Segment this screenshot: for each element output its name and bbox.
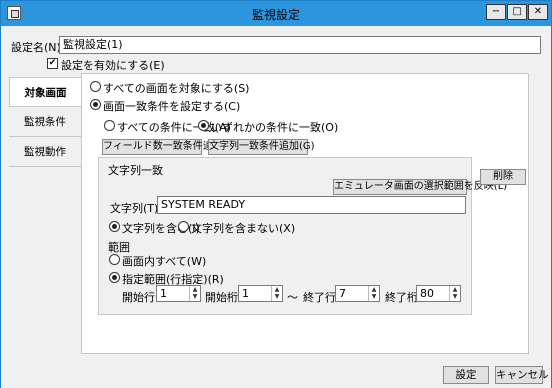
settings-tabs: 対象画面 監視条件 監視動作 — [9, 77, 81, 354]
match-condition-label: 画面一致条件を設定する(C) — [103, 100, 241, 113]
tab-monitor-condition[interactable]: 監視条件 — [9, 107, 81, 137]
maximize-button[interactable]: □ — [507, 4, 527, 20]
range-tilde: ～ — [287, 291, 298, 304]
all-screens-label: すべての画面を対象にする(S) — [103, 82, 250, 95]
setting-name-input[interactable]: 監視設定(1) — [59, 36, 541, 54]
minimize-button[interactable]: − — [486, 4, 506, 20]
end-col-value: 80 — [420, 287, 434, 300]
all-match-radio[interactable] — [104, 120, 115, 131]
add-field-condition-button[interactable]: フィールド数一致条件追加(F) — [102, 139, 236, 155]
window-title: 監視設定 — [251, 8, 300, 22]
spinner-arrows-icon[interactable]: ▲ ▼ — [368, 286, 379, 301]
delete-button[interactable]: 削除 — [480, 169, 526, 185]
end-row-spinner[interactable]: 7 ▲ ▼ — [335, 285, 380, 302]
enable-label: 設定を有効にする(E) — [61, 59, 165, 72]
start-row-spinner[interactable]: 1 ▲ ▼ — [156, 285, 201, 302]
add-string-condition-button[interactable]: 文字列一致条件追加(G) — [208, 139, 315, 155]
string-input[interactable]: SYSTEM READY — [157, 196, 466, 214]
title-bar[interactable]: 監視設定 − □ ✕ — [1, 1, 551, 26]
tab-target-screen[interactable]: 対象画面 — [9, 77, 81, 107]
not-contains-radio[interactable] — [178, 221, 189, 232]
all-screens-radio[interactable] — [90, 81, 101, 92]
any-match-radio[interactable] — [198, 120, 209, 131]
spinner-arrows-icon[interactable]: ▲ ▼ — [271, 286, 282, 301]
whole-screen-label: 画面内すべて(W) — [122, 255, 207, 268]
spinner-arrows-icon[interactable]: ▲ ▼ — [449, 286, 460, 301]
ok-button[interactable]: 設定 — [443, 366, 489, 384]
cancel-button[interactable]: キャンセル — [495, 366, 549, 384]
spinner-arrows-icon[interactable]: ▲ ▼ — [189, 286, 200, 301]
start-row-value: 1 — [160, 287, 167, 300]
string-match-title: 文字列一致 — [108, 164, 163, 177]
enable-checkbox[interactable]: ✔ — [47, 58, 58, 69]
end-row-value: 7 — [339, 287, 346, 300]
not-contains-label: 文字列を含まない(X) — [191, 222, 296, 235]
end-col-spinner[interactable]: 80 ▲ ▼ — [416, 285, 461, 302]
any-match-label: いずれかの条件に一致(O) — [211, 121, 339, 134]
match-condition-radio[interactable] — [90, 99, 101, 110]
tab-monitor-action[interactable]: 監視動作 — [9, 137, 81, 167]
contains-radio[interactable] — [109, 221, 120, 232]
reflect-selection-button[interactable]: エミュレータ画面の選択範囲を反映(L) — [333, 179, 507, 195]
close-button[interactable]: ✕ — [528, 4, 548, 20]
monitor-settings-window: 監視設定 − □ ✕ 設定名(N)： 監視設定(1) ✔ 設定を有効にする(E)… — [0, 0, 552, 388]
start-col-value: 1 — [242, 287, 249, 300]
whole-screen-radio[interactable] — [109, 254, 120, 265]
start-col-spinner[interactable]: 1 ▲ ▼ — [238, 285, 283, 302]
specified-range-radio[interactable] — [109, 272, 120, 283]
